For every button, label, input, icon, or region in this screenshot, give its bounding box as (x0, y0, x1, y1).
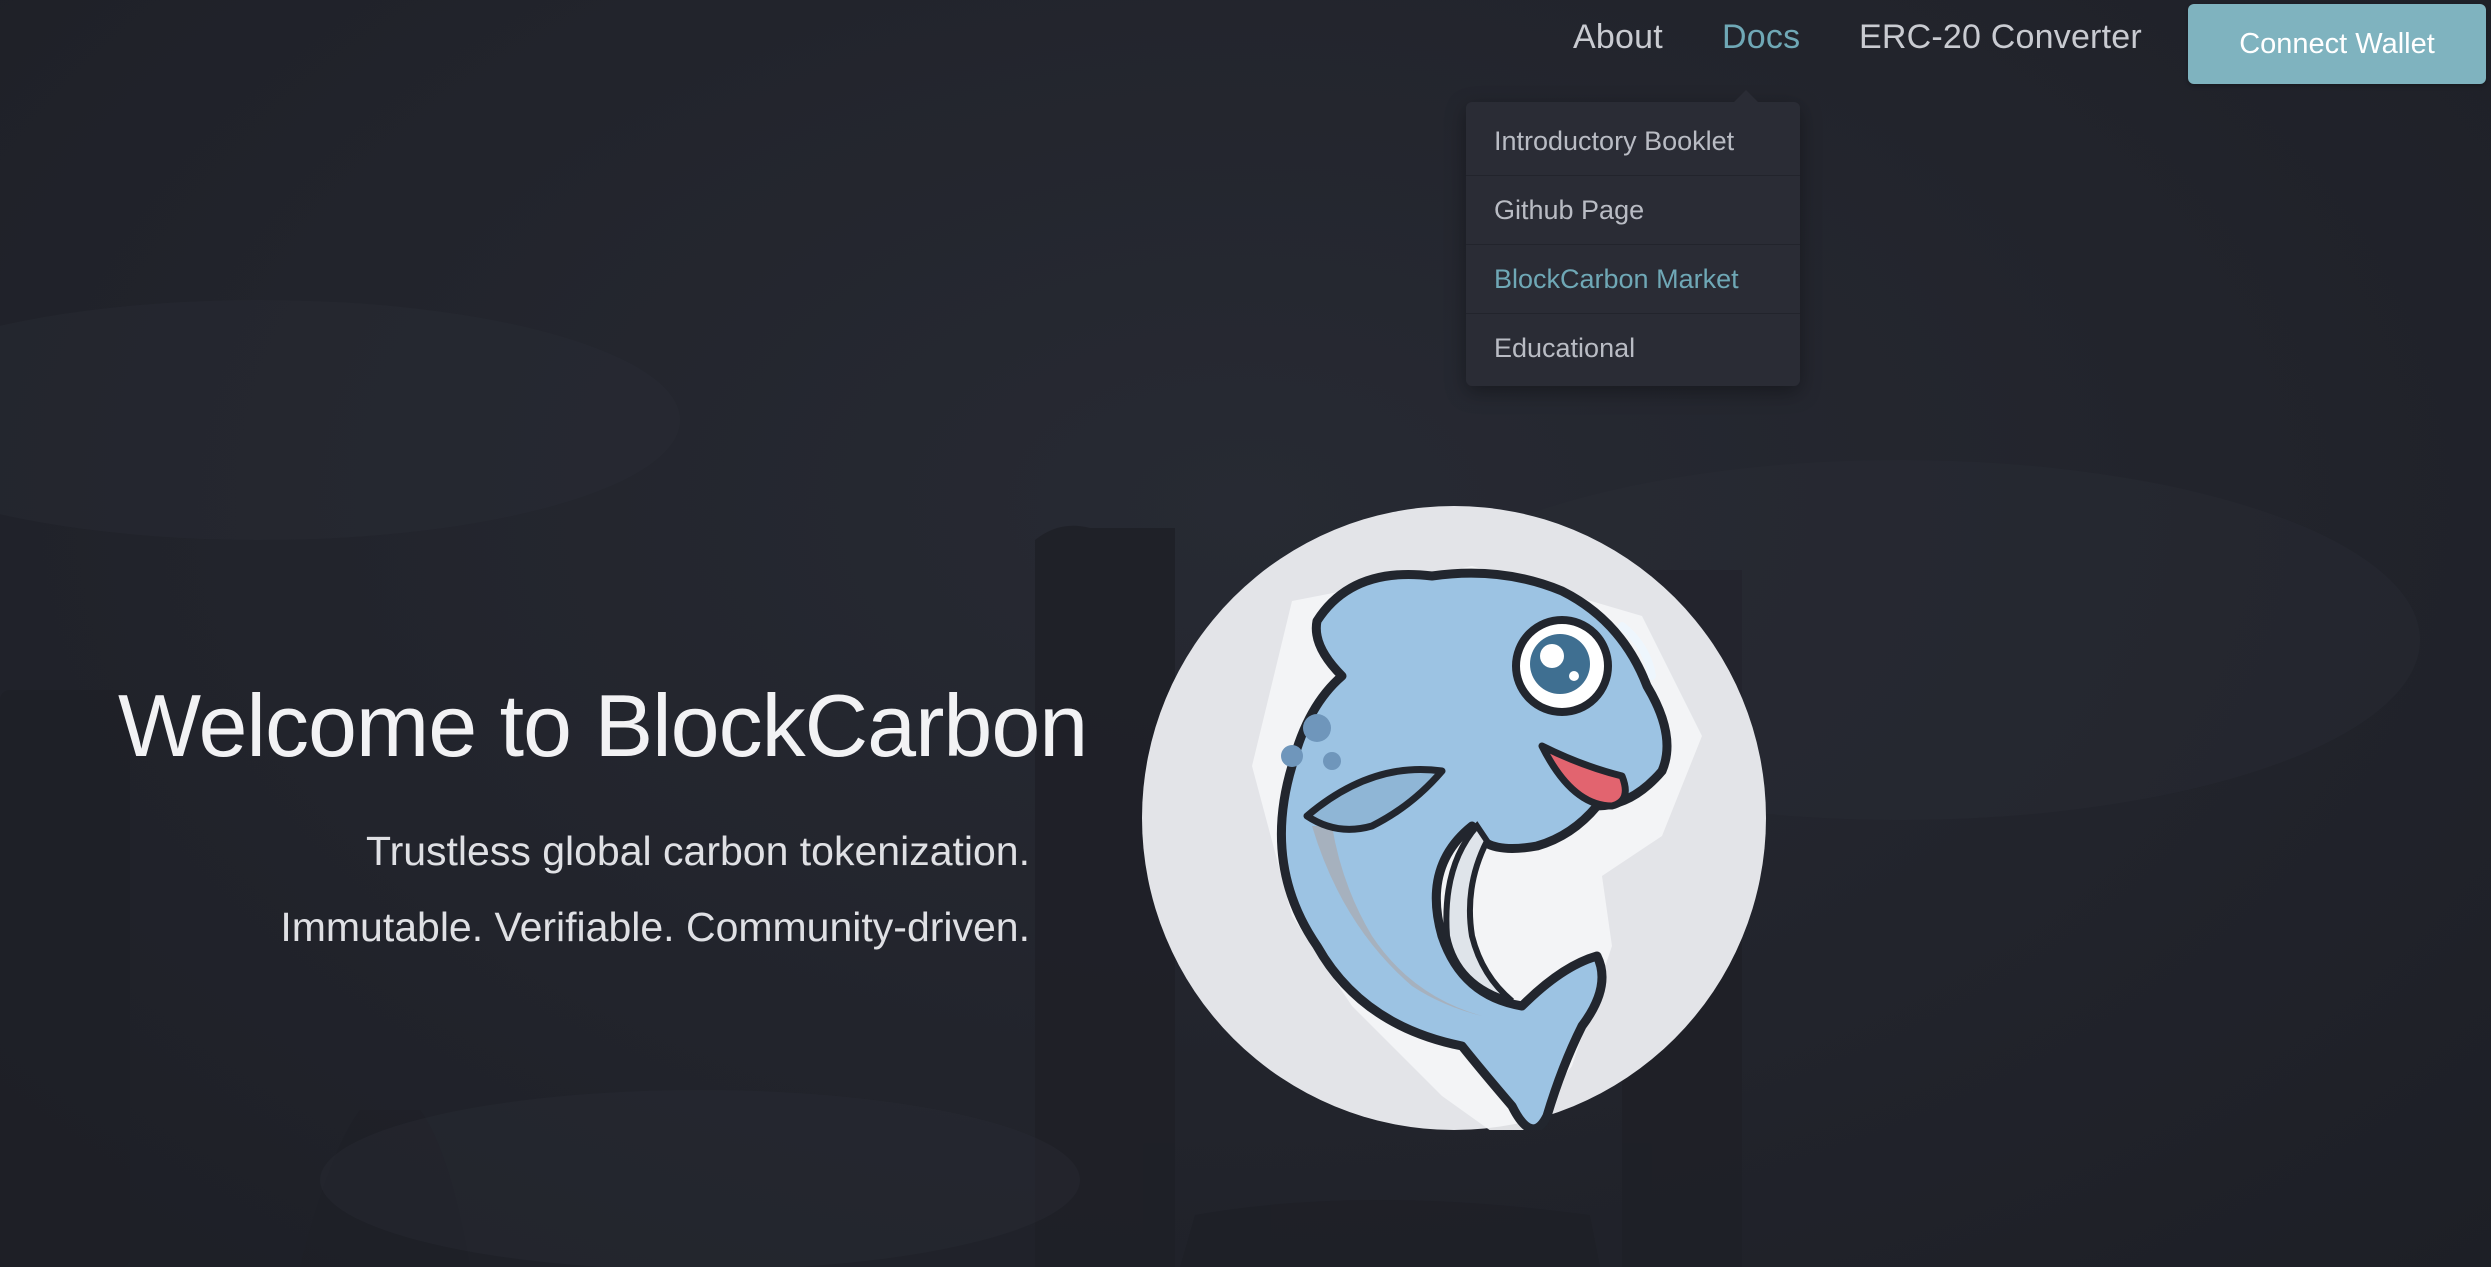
nav-about-link[interactable]: About (1573, 18, 1663, 57)
hero-subtitle-line2: Immutable. Verifiable. Community-driven. (280, 904, 1030, 950)
nav-docs-link[interactable]: Docs (1722, 18, 1800, 57)
dolphin-mascot-icon (1142, 506, 1766, 1146)
hero-title: Welcome to BlockCarbon (118, 676, 1088, 775)
dropdown-item-educational[interactable]: Educational (1466, 314, 1800, 382)
dropdown-item-blockcarbon-market[interactable]: BlockCarbon Market (1466, 245, 1800, 314)
top-navigation: About Docs ERC-20 Converter Connect Wall… (0, 0, 2491, 90)
page: About Docs ERC-20 Converter Connect Wall… (0, 0, 2491, 1267)
connect-wallet-button[interactable]: Connect Wallet (2188, 4, 2486, 84)
dropdown-item-introductory-booklet[interactable]: Introductory Booklet (1466, 107, 1800, 176)
hero-subtitle-line1: Trustless global carbon tokenization. (366, 828, 1030, 874)
dropdown-item-github-page[interactable]: Github Page (1466, 176, 1800, 245)
nav-erc20-converter-link[interactable]: ERC-20 Converter (1859, 18, 2142, 57)
docs-dropdown-menu: Introductory Booklet Github Page BlockCa… (1466, 90, 1800, 386)
